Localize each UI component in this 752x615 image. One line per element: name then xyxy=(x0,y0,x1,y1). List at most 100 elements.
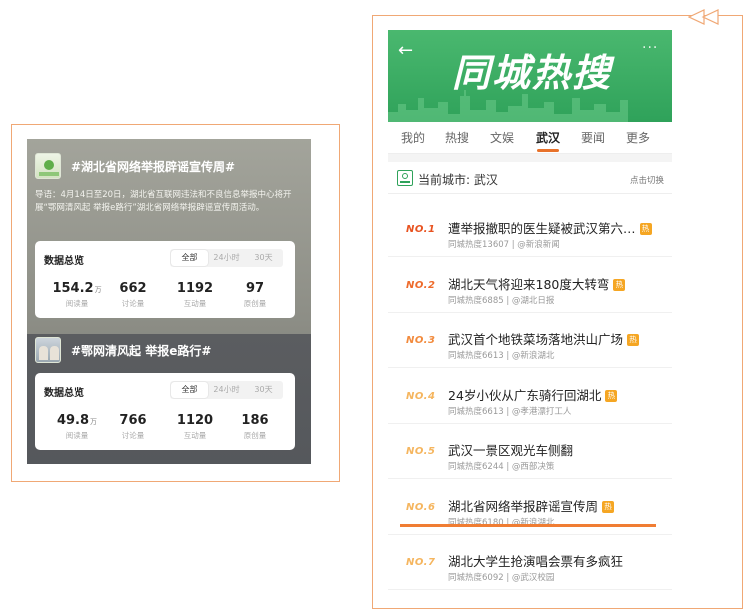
tab-mine[interactable]: 我的 xyxy=(401,129,425,146)
hot-badge: 热 xyxy=(613,278,626,291)
highlight-underline xyxy=(400,524,656,527)
topic1-stats-card: 数据总览 全部 24小时 30天 154.2万 阅读量 662 讨论量 1192… xyxy=(35,241,295,318)
range-24h-tab[interactable]: 24小时 xyxy=(208,382,245,398)
hot-badge: 热 xyxy=(605,389,618,402)
category-tabs: 我的 热搜 文娱 武汉 要闻 更多 xyxy=(388,122,672,154)
item-meta: 同城热度6244 | @西部决策 xyxy=(448,462,555,472)
hot-search-banner: ← 同城热搜 ··· xyxy=(388,30,672,122)
item-title-text: 湖北省网络举报辟谣宣传周 xyxy=(448,498,599,514)
item-title[interactable]: 武汉一景区观光车侧翻 xyxy=(448,440,573,459)
item-title[interactable]: 湖北省网络举报辟谣宣传周热 xyxy=(448,496,615,515)
switch-city-link[interactable]: 点击切换 xyxy=(630,174,664,186)
metric-label: 阅读量 xyxy=(65,431,89,440)
metric-reads: 154.2万 阅读量 xyxy=(47,281,107,309)
item-title-text: 湖北天气将迎来180度大转弯 xyxy=(448,276,610,292)
range-30d-tab[interactable]: 30天 xyxy=(245,382,282,398)
topic1-lead: 导语：4月14日至20日，湖北省互联网违法和不良信息举报中心将开展“鄂网清风起 … xyxy=(35,190,292,213)
metric-value: 662 xyxy=(119,281,147,296)
hot-badge: 热 xyxy=(602,500,615,513)
metric-interactions: 1192 互动量 xyxy=(165,281,225,309)
item-meta: 同城热度6613 | @新浪湖北 xyxy=(448,351,555,361)
rank-number: NO.2 xyxy=(406,279,436,291)
location-pin-icon xyxy=(397,170,413,186)
metric-value: 186 xyxy=(241,413,269,428)
tab-wuhan[interactable]: 武汉 xyxy=(536,129,560,146)
stats-title: 数据总览 xyxy=(44,388,84,399)
metric-value: 49.8 xyxy=(56,413,90,428)
item-meta: 同城热度6092 | @武汉校园 xyxy=(448,573,555,583)
item-title[interactable]: 遭举报撤职的医生疑被武汉第六… 热 xyxy=(448,218,652,237)
list-item[interactable]: NO.7 湖北大学生抢演唱会票有多疯狂同城热度6092 | @武汉校园 xyxy=(388,535,672,590)
list-item[interactable]: NO.5 武汉一景区观光车侧翻同城热度6244 | @西部决策 xyxy=(388,424,672,479)
metric-discussions: 766 讨论量 xyxy=(103,413,163,441)
item-title[interactable]: 湖北天气将迎来180度大转弯热 xyxy=(448,274,626,293)
metric-value: 1192 xyxy=(176,281,214,296)
hot-badge: 热 xyxy=(627,334,640,346)
metric-discussions: 662 讨论量 xyxy=(103,281,163,309)
range-30d-tab[interactable]: 30天 xyxy=(245,250,282,266)
item-title-text: 湖北大学生抢演唱会票有多疯狂 xyxy=(448,554,624,569)
stats-range-switch: 全部 24小时 30天 xyxy=(170,381,283,399)
metric-label: 原创量 xyxy=(243,299,267,308)
rank-number: NO.3 xyxy=(406,335,436,346)
topic2-title[interactable]: #鄂网清风起 举报e路行# xyxy=(71,342,211,359)
item-title-text: 武汉一景区观光车侧翻 xyxy=(448,443,574,458)
current-city-row: 当前城市: 武汉 点击切换 xyxy=(388,162,672,194)
metric-label: 讨论量 xyxy=(121,299,145,308)
item-meta: 同城热度13607 | @新浪新闻 xyxy=(448,240,560,250)
topic1-title[interactable]: #湖北省网络举报辟谣宣传周# xyxy=(71,158,235,175)
double-arrow-icon xyxy=(688,9,719,25)
metric-label: 互动量 xyxy=(183,299,207,308)
topic2-stats-card: 数据总览 全部 24小时 30天 49.8万 阅读量 766 讨论量 1120 … xyxy=(35,373,295,450)
topic1-header: #湖北省网络举报辟谣宣传周# xyxy=(35,153,235,179)
metric-label: 原创量 xyxy=(243,431,267,440)
metric-reads: 49.8万 阅读量 xyxy=(47,413,107,441)
tab-more[interactable]: 更多 xyxy=(626,129,650,146)
item-meta: 同城热度6885 | @湖北日报 xyxy=(448,295,555,306)
metric-interactions: 1120 互动量 xyxy=(165,413,225,441)
current-city-label: 当前城市: 武汉 xyxy=(418,173,498,187)
stats-range-switch: 全部 24小时 30天 xyxy=(170,249,283,267)
range-all-tab[interactable]: 全部 xyxy=(171,382,208,398)
range-24h-tab[interactable]: 24小时 xyxy=(208,250,245,266)
metric-value: 766 xyxy=(119,413,147,428)
metric-unit: 万 xyxy=(90,418,98,426)
local-hot-search-screenshot: ← 同城热搜 ··· 我的 热搜 文娱 武汉 要闻 更多 当前城市: 武汉 点击… xyxy=(388,30,672,600)
metric-value: 97 xyxy=(245,281,265,296)
metric-label: 阅读量 xyxy=(65,299,89,308)
metric-label: 互动量 xyxy=(183,431,207,440)
topic2-header: #鄂网清风起 举报e路行# xyxy=(35,337,211,363)
list-item[interactable]: NO.2 湖北天气将迎来180度大转弯热同城热度6885 | @湖北日报 xyxy=(388,258,672,313)
list-item[interactable]: NO.4 24岁小伙从广东骑行回湖北热同城热度6613 | @孝港漂打工人 xyxy=(388,369,672,424)
tab-entertainment[interactable]: 文娱 xyxy=(490,129,514,146)
hot-badge: 热 xyxy=(639,223,652,235)
rank-number: NO.5 xyxy=(406,446,436,457)
metric-unit: 万 xyxy=(94,286,102,294)
item-title[interactable]: 24岁小伙从广东骑行回湖北热 xyxy=(448,385,618,404)
item-title-text: 遭举报撤职的医生疑被武汉第六… xyxy=(448,221,636,236)
topic-thumbnail xyxy=(35,337,61,363)
metric-label: 讨论量 xyxy=(121,431,145,440)
item-meta: 同城热度6613 | @孝港漂打工人 xyxy=(448,406,572,417)
back-arrow-icon[interactable]: ← xyxy=(398,42,418,62)
rank-number: NO.7 xyxy=(406,557,436,568)
topic-thumbnail xyxy=(35,153,61,179)
tab-news[interactable]: 要闻 xyxy=(581,129,605,146)
stats-title: 数据总览 xyxy=(44,256,84,267)
item-title-text: 武汉首个地铁菜场落地洪山广场 xyxy=(448,332,624,347)
range-all-tab[interactable]: 全部 xyxy=(171,250,208,266)
metric-originals: 97 原创量 xyxy=(225,281,285,309)
rank-number: NO.4 xyxy=(406,390,436,402)
rank-number: NO.1 xyxy=(406,224,436,235)
banner-title: 同城热搜 xyxy=(452,51,613,95)
metric-value: 1120 xyxy=(176,413,214,428)
active-tab-indicator xyxy=(537,149,559,152)
item-title[interactable]: 武汉首个地铁菜场落地洪山广场热 xyxy=(448,329,640,348)
list-item[interactable]: NO.3 武汉首个地铁菜场落地洪山广场热同城热度6613 | @新浪湖北 xyxy=(388,313,672,368)
section-divider xyxy=(388,154,672,162)
tab-hot[interactable]: 热搜 xyxy=(445,129,469,146)
more-options-icon[interactable]: ··· xyxy=(642,40,658,56)
list-item[interactable]: NO.1 遭举报撤职的医生疑被武汉第六… 热同城热度13607 | @新浪新闻 xyxy=(388,202,672,257)
item-title-text: 24岁小伙从广东骑行回湖北 xyxy=(448,387,602,403)
item-title[interactable]: 湖北大学生抢演唱会票有多疯狂 xyxy=(448,551,623,570)
